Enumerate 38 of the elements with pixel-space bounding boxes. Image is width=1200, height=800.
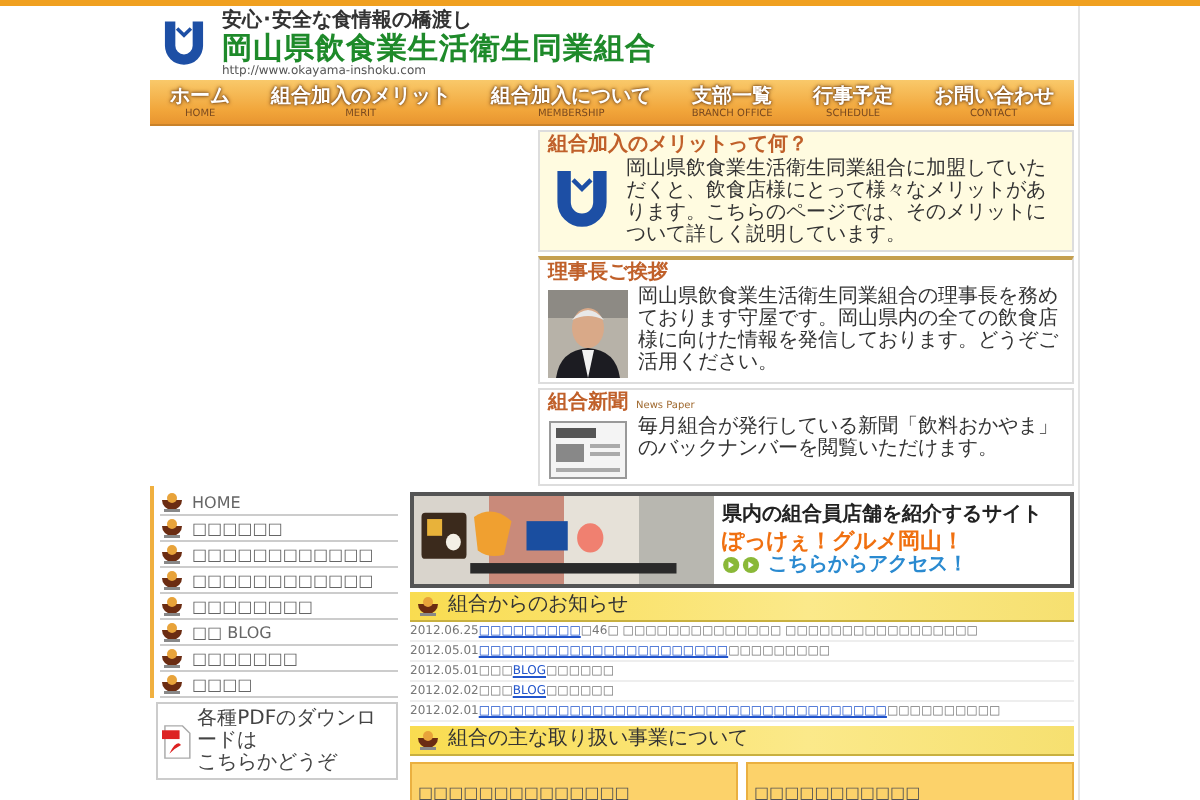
- banner-link[interactable]: こちらからアクセス！: [768, 553, 968, 577]
- card-title: □□□□□□□□□□□□□□: [418, 784, 630, 800]
- bowl-icon: [160, 492, 184, 512]
- play-icons: [722, 556, 762, 574]
- card-text: 毎月組合が発行している新聞「飲料おかやま」のバックナンバーを閲覧いただけます。: [638, 416, 1060, 460]
- card-title[interactable]: 組合新聞: [548, 392, 628, 416]
- bowl-icon: [160, 518, 184, 538]
- bowl-icon: [416, 596, 440, 616]
- menu-item[interactable]: □□□□□□□□: [160, 594, 398, 620]
- card-text: 岡山県飲食業生活衛生同業組合に加盟していただくと、飲食店様にとって様々なメリットがあります。こちらのページでは、そのメリットについて詳しく説明しています。: [626, 158, 1048, 246]
- pdf-file-icon: [162, 719, 192, 763]
- tagline: 安心･安全な食情報の橋渡し: [222, 9, 474, 31]
- card-text: 岡山県飲食業生活衛生同業組合の理事長を務めております守屋です。岡山県内の全ての飲食店様に向けた情報を発信しております。どうぞご活用ください。: [638, 286, 1060, 374]
- card-title[interactable]: 組合加入のメリットって何？: [548, 134, 808, 158]
- pdf-download-link[interactable]: 各種PDFのダウンロードは こちらかどうぞ: [156, 702, 398, 780]
- menu-item[interactable]: □□□□: [160, 672, 398, 698]
- menu-item[interactable]: □□□□□□□□□□□□: [160, 542, 398, 568]
- card-title: □□□□□□□□□□□: [754, 784, 921, 800]
- newspaper-icon: [548, 420, 628, 480]
- bowl-icon: [416, 730, 440, 750]
- menu-item[interactable]: HOME: [160, 490, 398, 516]
- bowl-icon: [160, 570, 184, 590]
- menu-item[interactable]: □□□□□□□□□□□□: [160, 568, 398, 594]
- gourmet-banner[interactable]: 県内の組合員店舗を紹介するサイト ぽっけぇ！グルメ岡山！ こちらからアクセス！: [410, 492, 1074, 588]
- bowl-icon: [160, 596, 184, 616]
- menu-item[interactable]: □□□□□□: [160, 516, 398, 542]
- bowl-icon: [160, 622, 184, 642]
- section-title: 組合からのお知らせ: [448, 594, 628, 618]
- bowl-icon: [160, 648, 184, 668]
- menu-item[interactable]: □□□□□□□: [160, 646, 398, 672]
- bowl-icon: [160, 544, 184, 564]
- section-title: 組合の主な取り扱い事業について: [448, 728, 748, 752]
- banner-title: ぽっけぇ！グルメ岡山！: [722, 527, 966, 553]
- menu-item[interactable]: □□ BLOG: [160, 620, 398, 646]
- bowl-icon: [160, 674, 184, 694]
- card-title[interactable]: 理事長ご挨拶: [548, 262, 668, 286]
- site-title: 岡山県飲食業生活衛生同業組合: [222, 31, 656, 63]
- banner-heading: 県内の組合員店舗を紹介するサイト: [722, 503, 1042, 527]
